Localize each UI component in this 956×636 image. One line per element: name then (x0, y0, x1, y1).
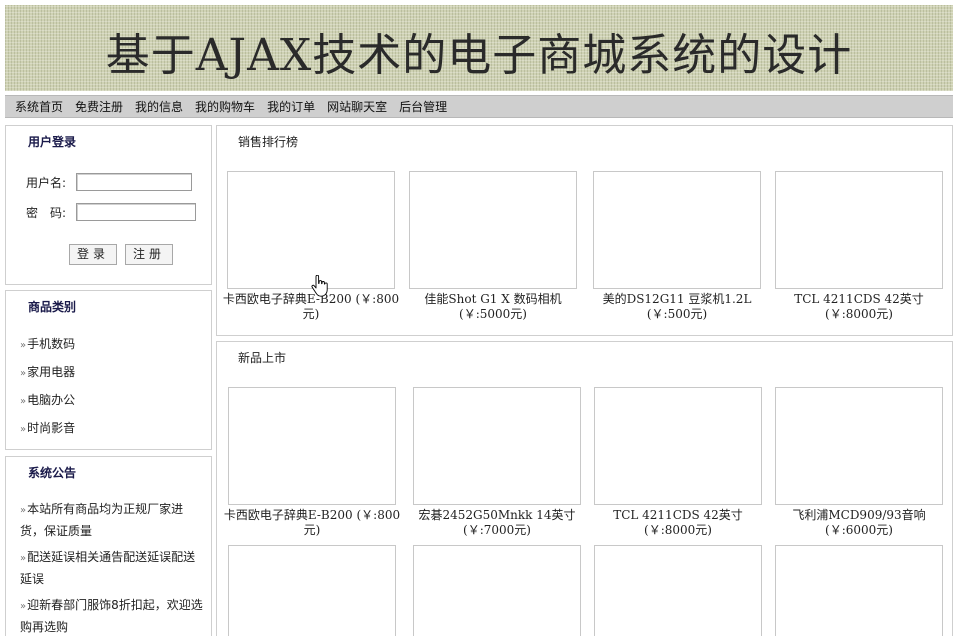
category-item-label: 时尚影音 (27, 421, 76, 435)
category-item[interactable]: »时尚影音 (20, 418, 206, 440)
product-image[interactable] (228, 387, 396, 505)
double-chevron-right-icon: » (20, 396, 27, 407)
new-arrivals-title: 新品上市 (238, 351, 287, 365)
site-title: 基于AJAX技术的电子商城系统的设计 (105, 30, 853, 81)
password-row: 密 码: (26, 203, 196, 221)
double-chevron-right-icon: » (20, 340, 27, 351)
login-panel: 用户登录 用户名: 密 码: 登录 注册 (5, 125, 212, 285)
category-title: 商品类别 (28, 300, 77, 314)
username-input[interactable] (76, 173, 192, 191)
category-item-label: 电脑办公 (27, 393, 76, 407)
product-image[interactable] (413, 387, 581, 505)
password-label: 密 码: (26, 205, 67, 220)
new-arrivals-section: 新品上市 卡西欧电子辞典E-B200 (￥:800元) 宏碁2452G50Mnk… (216, 341, 953, 636)
product-caption[interactable]: TCL 4211CDS 42英寸 (￥:8000元) (769, 292, 949, 322)
notice-item[interactable]: »迎新春部门服饰8折扣起，欢迎选购再选购 (20, 595, 206, 636)
nav-my-cart[interactable]: 我的购物车 (195, 98, 255, 115)
product-image[interactable] (227, 171, 395, 289)
product-image[interactable] (775, 387, 943, 505)
hand-pointer-icon (311, 275, 328, 297)
product-caption[interactable]: 飞利浦MCD909/93音响 (￥:6000元) (769, 508, 949, 538)
category-item-label: 家用电器 (27, 365, 76, 379)
notice-item[interactable]: »本站所有商品均为正规厂家进货，保证质量 (20, 499, 206, 541)
product-caption[interactable]: 美的DS12G11 豆浆机1.2L (￥:500元) (587, 292, 767, 322)
sales-ranking-title: 销售排行榜 (238, 135, 299, 149)
category-item-label: 手机数码 (27, 337, 76, 351)
nav-chatroom[interactable]: 网站聊天室 (327, 98, 387, 115)
product-caption[interactable]: 卡西欧电子辞典E-B200 (￥:800元) (222, 508, 402, 538)
password-input[interactable] (76, 203, 196, 221)
double-chevron-right-icon: » (20, 601, 27, 612)
product-caption[interactable]: 佳能Shot G1 X 数码相机 (￥:5000元) (403, 292, 583, 322)
login-button[interactable]: 登录 (69, 244, 117, 265)
notice-panel: 系统公告 »本站所有商品均为正规厂家进货，保证质量 »配送延误相关通告配送延误配… (5, 456, 212, 636)
nav-admin[interactable]: 后台管理 (399, 98, 447, 115)
product-image[interactable] (409, 171, 577, 289)
product-caption[interactable]: TCL 4211CDS 42英寸 (￥:8000元) (588, 508, 768, 538)
product-caption[interactable]: 宏碁2452G50Mnkk 14英寸 (￥:7000元) (407, 508, 587, 538)
double-chevron-right-icon: » (20, 505, 27, 516)
category-item[interactable]: »家用电器 (20, 362, 206, 384)
category-item[interactable]: »电脑办公 (20, 390, 206, 412)
double-chevron-right-icon: » (20, 424, 27, 435)
product-image[interactable] (593, 171, 761, 289)
nav-register[interactable]: 免费注册 (75, 98, 123, 115)
register-button[interactable]: 注册 (125, 244, 173, 265)
main-nav: 系统首页 免费注册 我的信息 我的购物车 我的订单 网站聊天室 后台管理 (5, 95, 953, 118)
notice-item[interactable]: »配送延误相关通告配送延误配送延误 (20, 547, 206, 589)
notice-item-label: 迎新春部门服饰8折扣起，欢迎选购再选购 (20, 598, 203, 634)
product-image[interactable] (413, 545, 581, 636)
product-image[interactable] (594, 545, 762, 636)
category-item[interactable]: »手机数码 (20, 334, 206, 356)
double-chevron-right-icon: » (20, 368, 27, 379)
product-image[interactable] (228, 545, 396, 636)
category-panel: 商品类别 »手机数码 »家用电器 »电脑办公 »时尚影音 (5, 290, 212, 450)
double-chevron-right-icon: » (20, 553, 27, 564)
nav-home[interactable]: 系统首页 (15, 98, 63, 115)
notice-item-label: 本站所有商品均为正规厂家进货，保证质量 (20, 502, 184, 538)
product-image[interactable] (594, 387, 762, 505)
notice-item-label: 配送延误相关通告配送延误配送延误 (20, 550, 196, 586)
notice-title: 系统公告 (28, 466, 77, 480)
login-title: 用户登录 (28, 135, 77, 149)
username-row: 用户名: (26, 173, 192, 191)
header-banner: 基于AJAX技术的电子商城系统的设计 (5, 5, 953, 91)
sales-ranking-section: 销售排行榜 卡西欧电子辞典E-B200 (￥:800元) 佳能Shot G1 X… (216, 125, 953, 336)
nav-my-info[interactable]: 我的信息 (135, 98, 183, 115)
nav-my-orders[interactable]: 我的订单 (267, 98, 315, 115)
username-label: 用户名: (26, 175, 67, 190)
product-image[interactable] (775, 545, 943, 636)
product-image[interactable] (775, 171, 943, 289)
